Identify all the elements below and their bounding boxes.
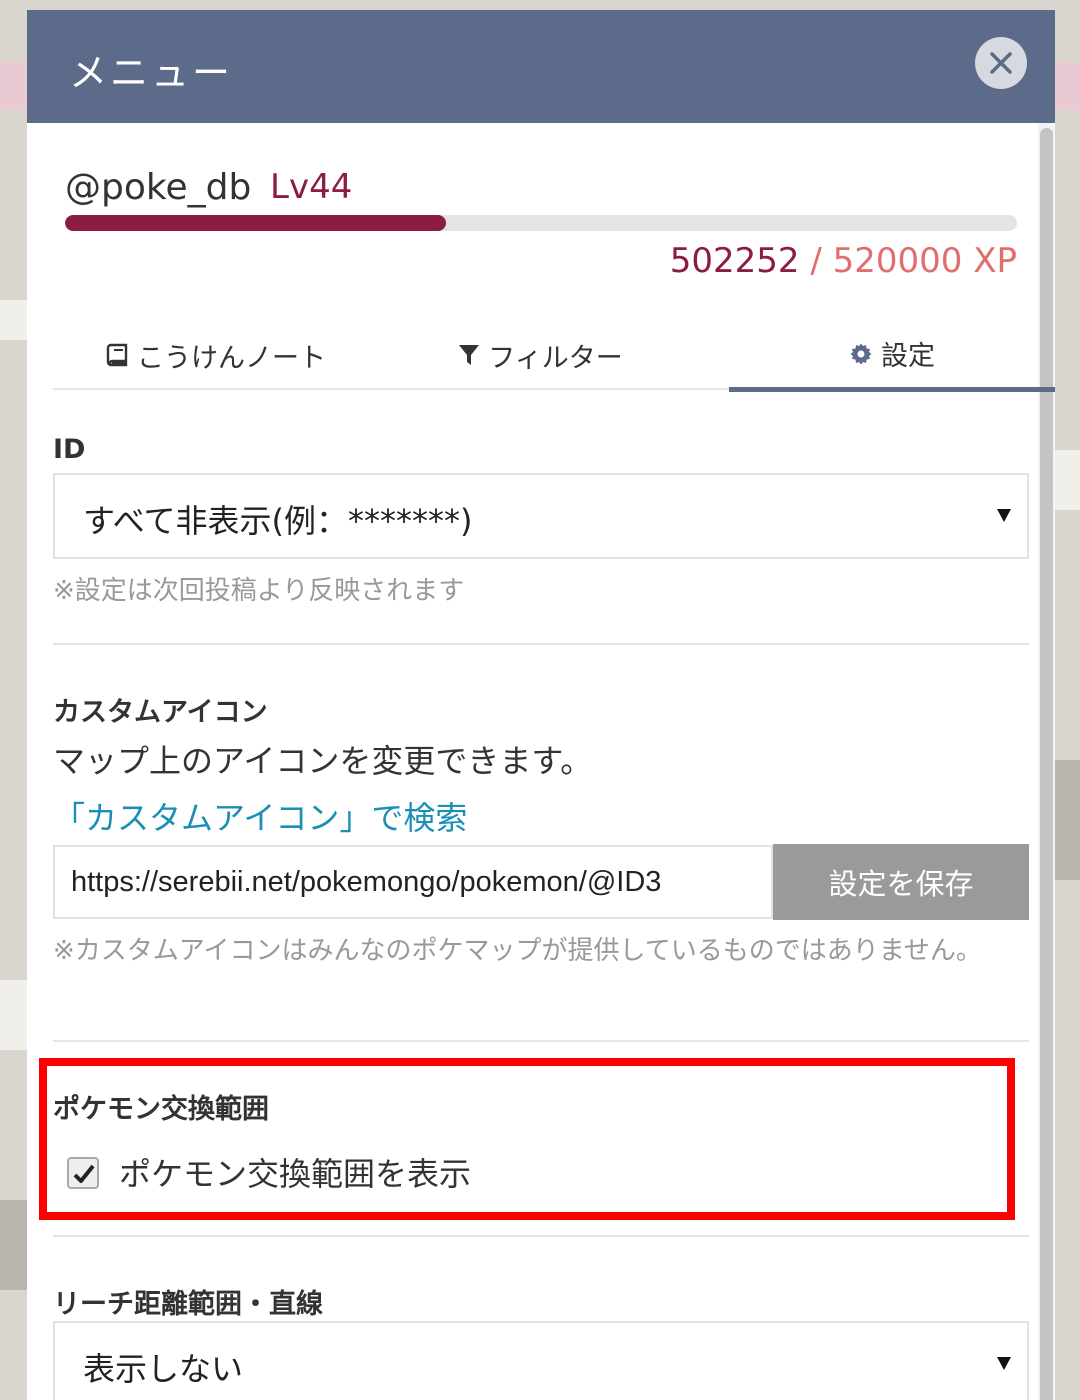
section-divider: [53, 1040, 1029, 1042]
custom-icon-note: ※カスタムアイコンはみんなのポケマップが提供しているものではありません。: [53, 936, 982, 966]
custom-icon-search-link[interactable]: 「カスタムアイコン」で検索: [53, 793, 467, 839]
xp-max: 520000 XP: [832, 241, 1017, 281]
gear-icon: [849, 342, 873, 366]
menu-modal: メニュー @poke_db Lv44 502252 / 520000 XP こう…: [27, 10, 1055, 1400]
id-note: ※設定は次回投稿より反映されます: [53, 576, 465, 606]
tab-label: こうけんノート: [137, 342, 326, 374]
book-icon: [105, 343, 129, 367]
close-button[interactable]: [975, 37, 1027, 89]
reach-range-label: リーチ距離範囲・直線: [53, 1289, 323, 1320]
custom-icon-label: カスタムアイコン: [53, 697, 268, 728]
xp-progress-bar: [65, 215, 1017, 231]
tab-settings[interactable]: 設定: [729, 320, 1055, 392]
id-display-value: すべて非表示(例：*******): [83, 502, 473, 540]
reach-range-value: 表示しない: [83, 1350, 244, 1388]
xp-progress-fill: [65, 215, 446, 231]
id-label: ID: [53, 434, 86, 465]
trade-range-checkbox-label[interactable]: ポケモン交換範囲を表示: [119, 1149, 471, 1195]
checkmark-icon: [73, 1164, 95, 1183]
section-divider: [53, 1235, 1029, 1237]
level-badge: Lv44: [270, 167, 353, 207]
reach-range-select[interactable]: 表示しない: [53, 1321, 1029, 1400]
scrollbar-thumb[interactable]: [1040, 128, 1053, 1400]
section-divider: [53, 643, 1029, 645]
xp-readout: 502252 / 520000 XP: [670, 241, 1017, 281]
trade-range-label: ポケモン交換範囲: [53, 1094, 269, 1125]
save-settings-button[interactable]: 設定を保存: [773, 844, 1029, 920]
menu-tabs: こうけんノート フィルター 設定: [53, 320, 1055, 392]
custom-icon-url-input[interactable]: [53, 845, 773, 919]
username: @poke_db: [65, 167, 252, 208]
dropdown-arrow-icon: [995, 1354, 1013, 1376]
tab-contribution-note[interactable]: こうけんノート: [53, 320, 378, 390]
trade-range-checkbox[interactable]: [67, 1157, 99, 1189]
tab-label: フィルター: [488, 342, 623, 374]
dropdown-arrow-icon: [995, 506, 1013, 528]
close-icon: [990, 52, 1012, 74]
tab-filter[interactable]: フィルター: [378, 320, 703, 390]
xp-separator: /: [810, 241, 822, 281]
id-display-select[interactable]: すべて非表示(例：*******): [53, 473, 1029, 559]
settings-content: @poke_db Lv44 502252 / 520000 XP こうけんノート: [27, 123, 1055, 1400]
modal-header: メニュー: [27, 10, 1055, 123]
custom-icon-description: マップ上のアイコンを変更できます。: [53, 742, 593, 780]
modal-title: メニュー: [69, 51, 234, 95]
highlight-annotation: [39, 1058, 1015, 1220]
filter-icon: [458, 343, 480, 367]
xp-current: 502252: [669, 241, 800, 281]
tab-label: 設定: [881, 341, 935, 372]
